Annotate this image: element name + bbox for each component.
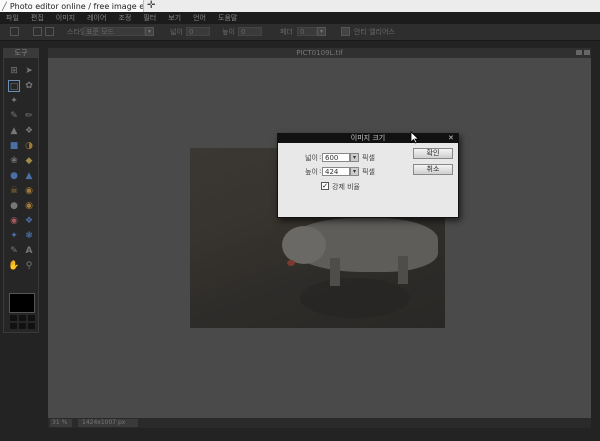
move-tool-icon[interactable]: ➤	[23, 65, 35, 77]
pinch-tool-icon[interactable]: ❃	[23, 230, 35, 242]
menu-item-image[interactable]: 이미지	[56, 13, 75, 23]
height-unit: 픽셀	[362, 168, 375, 176]
view-mode-icon[interactable]	[10, 323, 17, 329]
zoom-unit: %	[61, 419, 68, 426]
view-mode-icon[interactable]	[19, 315, 26, 321]
image-size-dialog: 이미지 크기 ✕ 넓이 : 600 ▾ 픽셀 높이 : 424 ▾ 픽셀 ✓ 강…	[277, 133, 459, 218]
close-icon[interactable]: ✕	[448, 135, 455, 142]
pencil-tool-icon[interactable]: ✎	[8, 110, 20, 122]
height-unit-dropdown-icon[interactable]: ▾	[350, 167, 359, 176]
document-size: 1424x1007 px	[78, 419, 138, 427]
browser-tab-strip: ╱ Photo editor online / free image edi… …	[0, 0, 600, 12]
wand-tool-icon[interactable]: ✦	[8, 95, 20, 107]
menu-item-view[interactable]: 보기	[168, 13, 181, 23]
browser-tab[interactable]: ╱ Photo editor online / free image edi…	[0, 0, 144, 12]
dog-tongue	[287, 260, 295, 266]
antialias-checkbox[interactable]	[341, 27, 350, 36]
label-colon: :	[319, 167, 322, 175]
lasso-tool-icon[interactable]: ✿	[23, 80, 35, 92]
sponge-tool-icon[interactable]: ◉	[23, 185, 35, 197]
browser-tab-title: Photo editor online / free image edi…	[9, 1, 144, 11]
menu-bar: 파일 편집 이미지 레이어 조정 필터 보기 언어 도움말	[0, 12, 600, 24]
brush-tool-icon[interactable]: ✏	[23, 110, 35, 122]
dog-leg	[398, 256, 408, 284]
antialias-label: 안티 엘리어스	[354, 28, 395, 36]
minimize-icon[interactable]	[576, 50, 582, 55]
menu-item-layer[interactable]: 레이어	[87, 13, 106, 23]
menu-item-help[interactable]: 도움말	[218, 13, 237, 23]
dog-leg	[330, 258, 340, 286]
dialog-titlebar[interactable]: 이미지 크기	[278, 134, 458, 143]
view-mode-icon[interactable]	[19, 323, 26, 329]
type-tool-icon[interactable]: A	[23, 245, 35, 257]
clone-stamp-icon[interactable]: ❀	[8, 155, 20, 167]
height-label: 높이	[222, 28, 235, 36]
color-picker-icon[interactable]: ✎	[8, 245, 20, 257]
zoom-tool-icon[interactable]: ⚲	[23, 260, 35, 272]
crop-tool-icon[interactable]: ⊞	[8, 65, 20, 77]
color-replace-icon[interactable]: ◆	[23, 155, 35, 167]
dog-shadow	[300, 278, 410, 318]
menu-item-adjust[interactable]: 조정	[118, 13, 131, 23]
zoom-value: 31	[52, 419, 60, 426]
document-titlebar: PICT0109L.tif	[48, 48, 591, 58]
width-unit-dropdown-icon[interactable]: ▾	[350, 153, 359, 162]
menu-item-edit[interactable]: 편집	[31, 13, 44, 23]
burn-tool-icon[interactable]: ◉	[23, 200, 35, 212]
dialog-title: 이미지 크기	[350, 134, 386, 142]
toolbox-title: 도구	[4, 49, 38, 58]
smudge-tool-icon[interactable]: ☠	[8, 185, 20, 197]
width-unit: 픽셀	[362, 154, 375, 162]
options-bar: 스타일 표준 모드 ▾ 넓이 0 높이 0 페더 0 ▾ 안티 엘리어스	[0, 24, 600, 41]
gradient-tool-icon[interactable]: ■	[8, 140, 20, 152]
add-selection-icon[interactable]	[45, 27, 54, 36]
spot-heal-icon[interactable]: ❖	[23, 215, 35, 227]
zoom-input[interactable]: 31 %	[50, 419, 72, 427]
new-selection-icon[interactable]	[33, 27, 42, 36]
width-label: 넓이	[170, 28, 183, 36]
width-input[interactable]: 600	[322, 153, 350, 162]
pencil-favicon-icon: ╱	[2, 1, 7, 11]
ok-button[interactable]: 확인	[413, 148, 453, 159]
view-mode-icon[interactable]	[28, 323, 35, 329]
menu-item-file[interactable]: 파일	[6, 13, 19, 23]
red-eye-tool-icon[interactable]: ◉	[8, 215, 20, 227]
cancel-button[interactable]: 취소	[413, 164, 453, 175]
replace-color-icon[interactable]: ❖	[23, 125, 35, 137]
dog-head	[282, 226, 326, 264]
style-dropdown-arrow-icon[interactable]: ▾	[145, 27, 154, 36]
color-swatch[interactable]	[9, 293, 35, 313]
marquee-tool-icon[interactable]: □	[8, 80, 20, 92]
document-title: PICT0109L.tif	[296, 49, 343, 57]
blur-tool-icon[interactable]: ●	[8, 170, 20, 182]
width-label: 넓이	[305, 154, 318, 162]
eraser-tool-icon[interactable]: ▲	[8, 125, 20, 137]
menu-item-language[interactable]: 언어	[193, 13, 206, 23]
width-input[interactable]: 0	[186, 27, 210, 36]
mouse-cursor-icon	[410, 131, 420, 144]
feather-dropdown-arrow-icon[interactable]: ▾	[317, 27, 326, 36]
dodge-tool-icon[interactable]: ●	[8, 200, 20, 212]
status-bar: 31 % 1424x1007 px	[48, 418, 591, 428]
sharpen-tool-icon[interactable]: ▲	[23, 170, 35, 182]
paint-bucket-icon[interactable]: ◑	[23, 140, 35, 152]
style-select[interactable]: 표준 모드	[83, 27, 145, 36]
height-input[interactable]: 424	[322, 167, 350, 176]
constrain-proportions-checkbox[interactable]: ✓	[321, 182, 329, 190]
constrain-proportions-label: 강제 비율	[332, 183, 360, 191]
height-label: 높이	[305, 168, 318, 176]
label-colon: :	[319, 153, 322, 161]
feather-label: 페더	[280, 28, 293, 36]
hand-tool-icon[interactable]: ✋	[8, 260, 20, 272]
bloat-tool-icon[interactable]: ✦	[8, 230, 20, 242]
marquee-tool-icon[interactable]	[10, 27, 19, 36]
toolbox-panel: 도구 ⊞ ➤ □ ✿ ✦ ✎ ✏ ▲ ❖ ■ ◑ ❀ ◆ ● ▲ ☠ ◉ ● ◉…	[3, 48, 39, 333]
view-mode-icon[interactable]	[28, 315, 35, 321]
menu-item-filter[interactable]: 필터	[143, 13, 156, 23]
new-tab-button[interactable]: ✛	[147, 0, 155, 11]
view-mode-icon[interactable]	[10, 315, 17, 321]
height-input[interactable]: 0	[238, 27, 262, 36]
feather-input[interactable]: 0	[297, 27, 317, 36]
maximize-icon[interactable]	[584, 50, 590, 55]
